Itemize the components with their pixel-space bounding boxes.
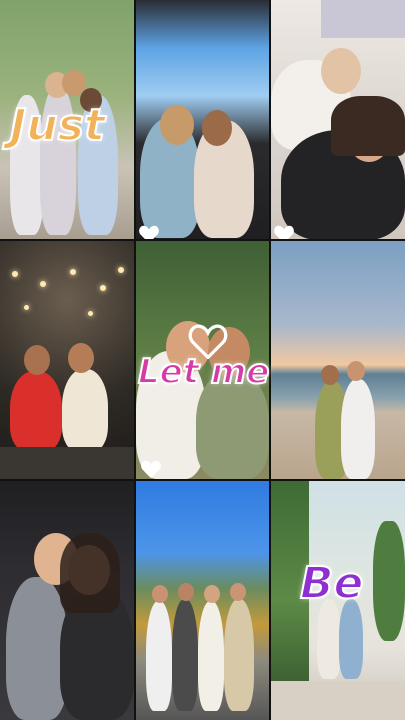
overlay-word-be: Be <box>299 557 364 610</box>
overlay-word-let-me: Let me <box>137 351 270 393</box>
photo-collage-grid: Just Let me Be <box>0 0 405 720</box>
tile-mountain-group[interactable] <box>136 481 269 720</box>
tile-party-lights[interactable] <box>0 241 134 479</box>
tile-selfie-duo[interactable] <box>271 0 405 239</box>
heart-icon <box>139 225 159 239</box>
tile-car-sunroof[interactable] <box>136 0 269 239</box>
tile-beach-sunset[interactable] <box>271 241 405 479</box>
tile-car-hug[interactable] <box>0 481 134 720</box>
heart-icon <box>274 225 294 239</box>
heart-icon <box>141 460 161 479</box>
overlay-word-just: Just <box>9 99 106 152</box>
